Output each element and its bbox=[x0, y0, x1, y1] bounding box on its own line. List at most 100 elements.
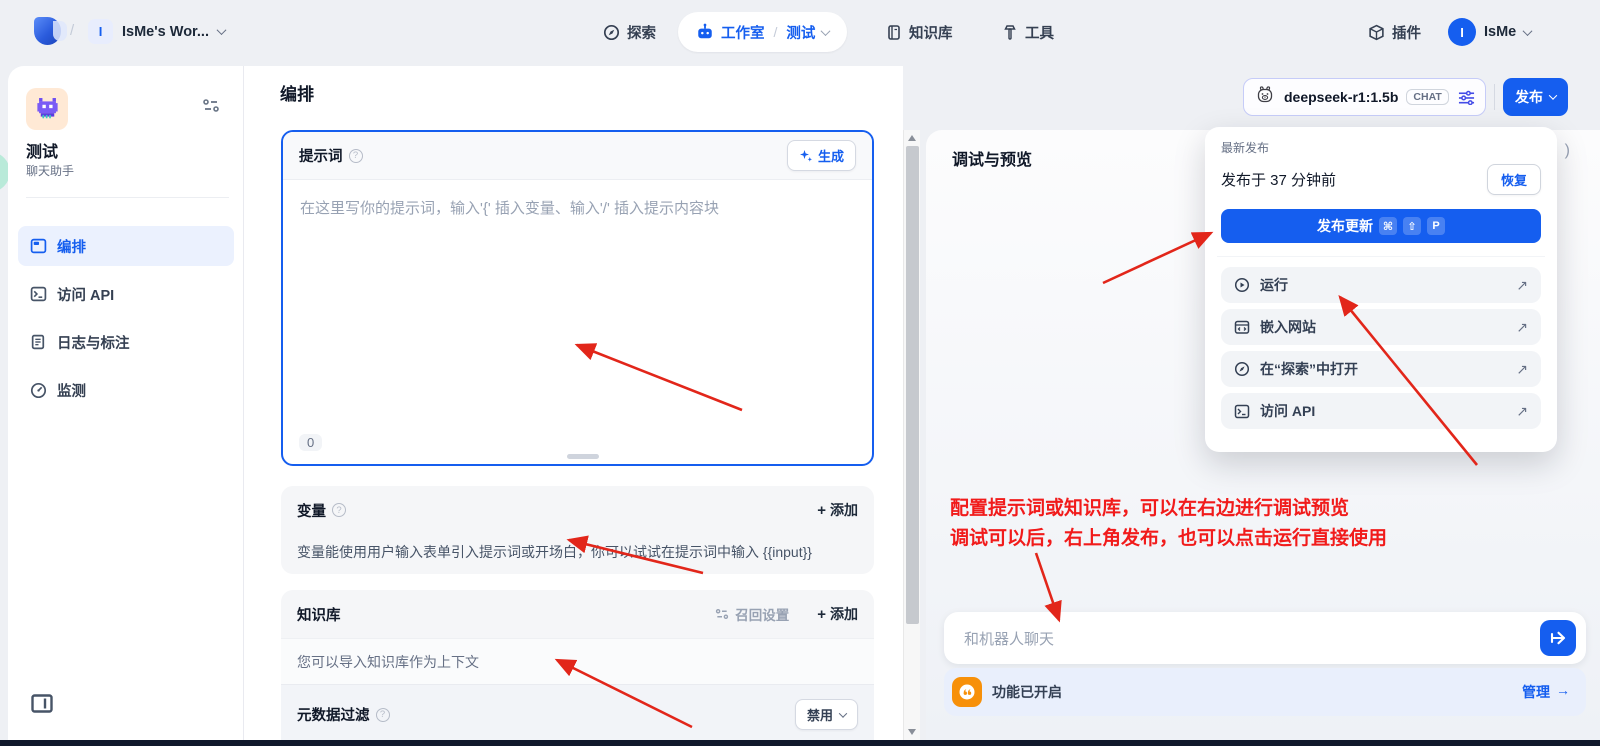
dropdown-divider bbox=[1217, 256, 1545, 257]
knowledge-title: 知识库 bbox=[297, 607, 341, 624]
app-name: 测试 bbox=[26, 144, 59, 161]
chevron-down-icon bbox=[820, 25, 831, 36]
nav-current-app[interactable]: 测试 bbox=[786, 22, 831, 43]
send-button[interactable] bbox=[1540, 620, 1576, 656]
scroll-up-arrow[interactable] bbox=[908, 135, 916, 141]
hammer-tool-icon bbox=[1004, 25, 1016, 40]
help-icon[interactable] bbox=[348, 148, 363, 163]
metadata-filter-select[interactable]: 禁用 bbox=[794, 699, 858, 730]
workspace-avatar: I bbox=[88, 19, 113, 44]
dify-logo-icon[interactable] bbox=[34, 17, 67, 45]
nav-pill-divider: / bbox=[773, 24, 778, 40]
vertical-scrollbar[interactable] bbox=[903, 130, 920, 740]
recall-settings-button[interactable]: 召回设置 bbox=[715, 604, 789, 624]
knowledge-description-row: 您可以导入知识库作为上下文 bbox=[281, 638, 874, 684]
nav-knowledge[interactable]: 知识库 bbox=[886, 22, 953, 43]
gauge-icon bbox=[30, 382, 47, 398]
compass-icon bbox=[603, 24, 620, 41]
sidebar-item-logs[interactable]: 日志与标注 bbox=[18, 322, 234, 362]
app-window: / I IsMe's Wor... 探索 工作室 / 测试 知识库 工具 插件 … bbox=[0, 0, 1600, 746]
model-selector[interactable]: deepseek-r1:1.5b CHAT bbox=[1243, 78, 1486, 116]
workspace-name: IsMe's Wor... bbox=[122, 23, 209, 40]
add-knowledge-button[interactable]: 添加 bbox=[817, 604, 858, 624]
book-icon bbox=[888, 25, 900, 40]
partially-hidden-icon: ) bbox=[1564, 142, 1570, 159]
menu-item-run[interactable]: 运行 ↗ bbox=[1221, 267, 1541, 303]
sidebar-item-orchestrate[interactable]: 编排 bbox=[18, 226, 234, 266]
metadata-filter-title: 元数据过滤 bbox=[297, 708, 370, 724]
chevron-down-icon bbox=[1548, 91, 1558, 100]
app-icon[interactable] bbox=[26, 88, 68, 130]
publish-dropdown: 最新发布 发布于 37 分钟前 恢复 发布更新 ⌘ ⇧ P 运行 ↗ 嵌入网站 … bbox=[1205, 127, 1557, 452]
annotation-text: 配置提示词或知识库，可以在右边进行调试预览 调试可以后，右上角发布，也可以点击运… bbox=[950, 494, 1387, 554]
shift-key-icon: ⇧ bbox=[1403, 217, 1421, 235]
help-icon[interactable] bbox=[332, 503, 346, 517]
collapse-panel-icon bbox=[31, 693, 53, 713]
external-link-icon: ↗ bbox=[1516, 402, 1528, 419]
window-layout-icon bbox=[30, 238, 47, 254]
recall-sliders-icon bbox=[716, 609, 729, 619]
user-menu[interactable]: I IsMe bbox=[1448, 18, 1533, 46]
app-sidebar: 测试 聊天助手 编排 访问 API 日志与标注 监测 bbox=[8, 66, 244, 740]
annotation-line-1: 配置提示词或知识库，可以在右边进行调试预览 bbox=[950, 498, 1350, 519]
publish-button[interactable]: 发布 bbox=[1503, 78, 1568, 116]
sidebar-item-api[interactable]: 访问 API bbox=[18, 274, 234, 314]
nav-tools[interactable]: 工具 bbox=[1002, 22, 1054, 43]
user-name: IsMe bbox=[1484, 24, 1517, 40]
chat-input-card: 和机器人聊天 bbox=[944, 612, 1586, 664]
orchestrate-column: 编排 提示词 生成 在这里写你的提示词，输入'{' 插入变量、输入'/' 插入提… bbox=[244, 66, 903, 746]
scroll-down-arrow[interactable] bbox=[908, 729, 916, 735]
variables-header: 变量 添加 bbox=[281, 486, 874, 534]
collapse-sidebar-button[interactable] bbox=[30, 692, 54, 714]
variables-card: 变量 添加 变量能使用用户输入表单引入提示词或开场白，你可以试试在提示词中输入 … bbox=[281, 486, 874, 574]
plus-icon bbox=[817, 502, 826, 519]
nav-explore[interactable]: 探索 bbox=[603, 22, 656, 43]
help-icon[interactable] bbox=[375, 707, 390, 722]
manage-features-link[interactable]: 管理 → bbox=[1522, 682, 1570, 702]
nav-studio[interactable]: 工作室 bbox=[696, 22, 765, 43]
generate-button[interactable]: 生成 bbox=[786, 140, 856, 171]
menu-item-embed[interactable]: 嵌入网站 ↗ bbox=[1221, 309, 1541, 345]
scrollbar-thumb[interactable] bbox=[906, 146, 919, 624]
terminal-icon bbox=[30, 286, 47, 302]
knowledge-header: 知识库 召回设置 添加 bbox=[281, 590, 874, 638]
plus-icon bbox=[817, 606, 826, 623]
menu-item-api[interactable]: 访问 API ↗ bbox=[1221, 393, 1541, 429]
package-icon bbox=[1369, 24, 1384, 41]
nav-plugins[interactable]: 插件 bbox=[1368, 22, 1421, 43]
publish-update-button[interactable]: 发布更新 ⌘ ⇧ P bbox=[1221, 209, 1541, 243]
send-icon bbox=[1550, 631, 1566, 645]
model-params-sliders-icon[interactable] bbox=[1458, 90, 1475, 105]
document-lines-icon bbox=[31, 334, 45, 350]
robot-icon bbox=[698, 23, 712, 39]
resize-handle[interactable] bbox=[567, 454, 599, 459]
app-settings-sliders-icon[interactable] bbox=[202, 98, 220, 113]
page-title: 编排 bbox=[280, 85, 314, 104]
pixel-monster-icon bbox=[36, 98, 58, 119]
p-key-icon: P bbox=[1427, 217, 1445, 235]
menu-item-open-explore[interactable]: 在“探索”中打开 ↗ bbox=[1221, 351, 1541, 387]
prompt-editor[interactable]: 在这里写你的提示词，输入'{' 插入变量、输入'/' 插入提示内容块 0 bbox=[283, 180, 872, 464]
add-variable-button[interactable]: 添加 bbox=[817, 500, 858, 520]
play-circle-icon bbox=[1234, 277, 1250, 293]
workspace-panel: 测试 聊天助手 编排 访问 API 日志与标注 监测 编排 提示词 ? 生成 在… bbox=[8, 66, 903, 746]
workspace-selector[interactable]: I IsMe's Wor... bbox=[88, 19, 227, 44]
chevron-down-icon bbox=[838, 708, 848, 718]
external-link-icon: ↗ bbox=[1516, 360, 1528, 377]
restore-button[interactable]: 恢复 bbox=[1486, 164, 1541, 195]
model-name: deepseek-r1:1.5b bbox=[1284, 89, 1399, 105]
user-avatar: I bbox=[1448, 18, 1476, 46]
features-bar: 功能已开启 管理 → bbox=[944, 668, 1586, 716]
prompt-card: 提示词 生成 在这里写你的提示词，输入'{' 插入变量、输入'/' 插入提示内容… bbox=[281, 130, 874, 466]
annotation-line-2: 调试可以后，右上角发布，也可以点击运行直接使用 bbox=[950, 528, 1388, 549]
window-bottom-edge bbox=[0, 740, 1600, 746]
arrow-right-icon: → bbox=[1556, 682, 1570, 698]
debug-panel-title: 调试与预览 bbox=[952, 152, 1033, 169]
sidebar-item-monitoring[interactable]: 监测 bbox=[18, 370, 234, 410]
sidebar-divider bbox=[26, 197, 229, 198]
external-link-icon: ↗ bbox=[1516, 318, 1528, 335]
top-header: / I IsMe's Wor... 探索 工作室 / 测试 知识库 工具 插件 … bbox=[0, 0, 1600, 64]
published-time: 发布于 37 分钟前 bbox=[1221, 172, 1337, 189]
chat-input[interactable]: 和机器人聊天 bbox=[964, 628, 1054, 649]
cmd-key-icon: ⌘ bbox=[1379, 217, 1397, 235]
